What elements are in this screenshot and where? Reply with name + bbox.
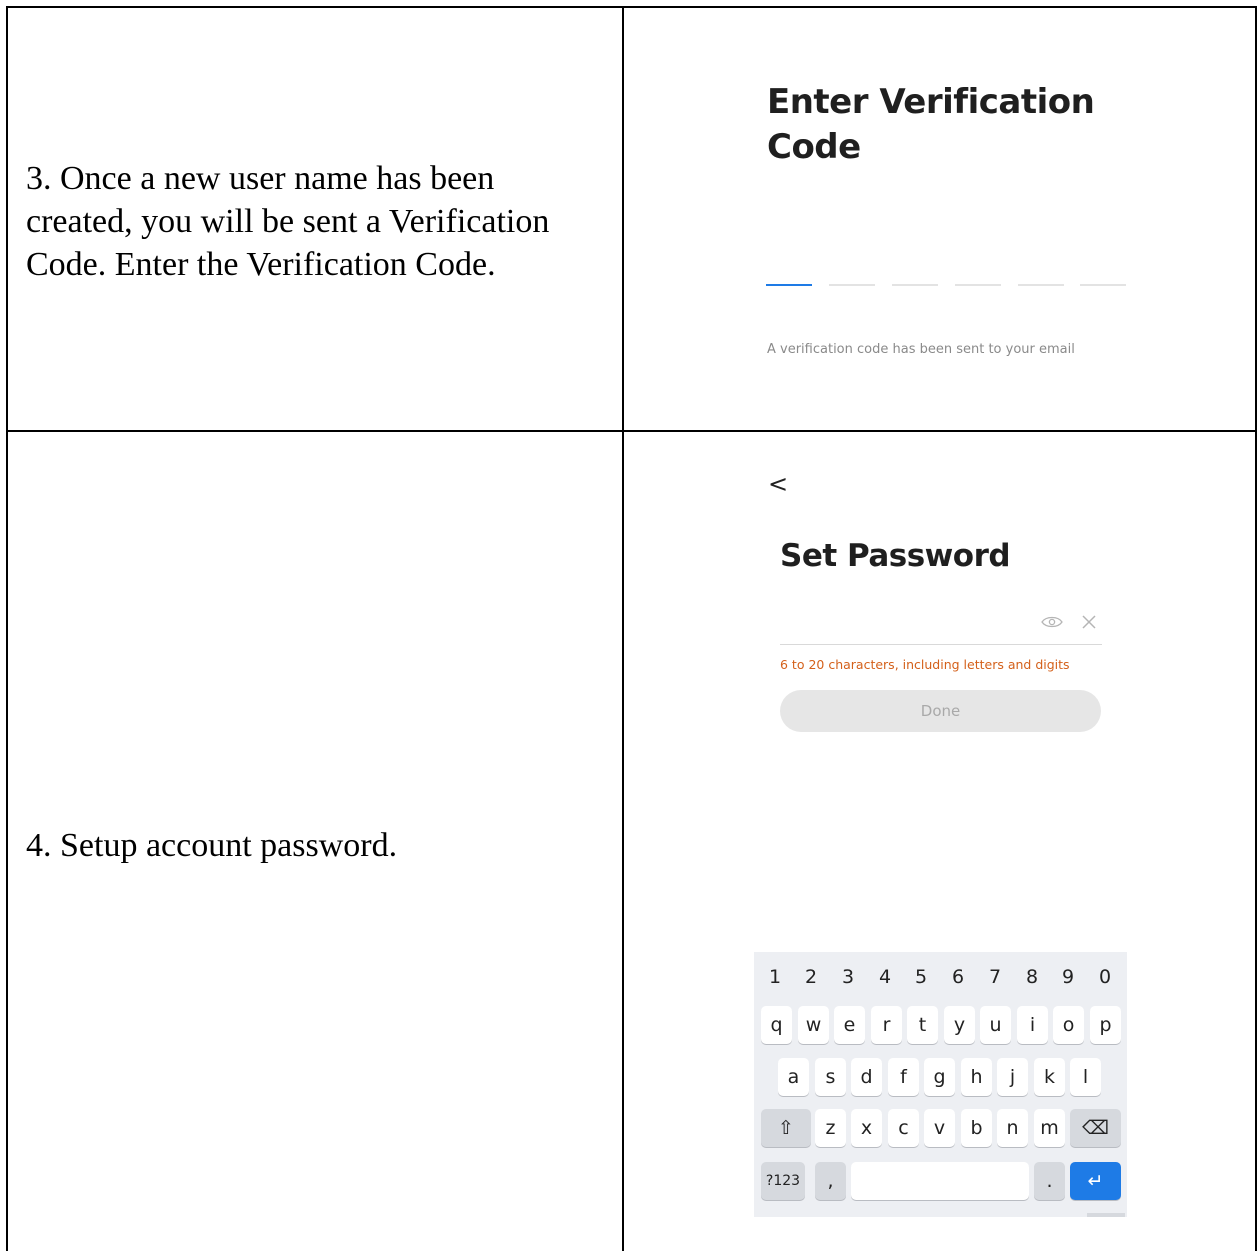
- key-e[interactable]: e: [834, 1006, 865, 1044]
- backspace-key[interactable]: ⌫: [1070, 1109, 1121, 1147]
- enter-key[interactable]: ↵: [1070, 1162, 1121, 1200]
- key-c[interactable]: c: [888, 1109, 919, 1147]
- chevron-left-icon[interactable]: <: [768, 470, 788, 498]
- step-3-line-1: 3. Once a new user name has been: [26, 160, 495, 197]
- key-l[interactable]: l: [1070, 1058, 1101, 1096]
- key-2[interactable]: 2: [796, 966, 826, 988]
- done-button[interactable]: Done: [780, 690, 1101, 732]
- key-r[interactable]: r: [871, 1006, 902, 1044]
- code-slot-4[interactable]: [955, 284, 1001, 286]
- key-k[interactable]: k: [1034, 1058, 1065, 1096]
- table-border-middle: [622, 6, 624, 1251]
- key-h[interactable]: h: [961, 1058, 992, 1096]
- key-f[interactable]: f: [888, 1058, 919, 1096]
- key-i[interactable]: i: [1017, 1006, 1048, 1044]
- key-z[interactable]: z: [815, 1109, 846, 1147]
- key-d[interactable]: d: [851, 1058, 882, 1096]
- key-w[interactable]: w: [798, 1006, 829, 1044]
- key-6[interactable]: 6: [943, 966, 973, 988]
- code-slot-5[interactable]: [1018, 284, 1064, 286]
- code-slot-6[interactable]: [1080, 284, 1126, 286]
- key-o[interactable]: o: [1053, 1006, 1084, 1044]
- key-5[interactable]: 5: [906, 966, 936, 988]
- step-3-line-3: Code. Enter the Verification Code.: [26, 246, 496, 283]
- shift-key[interactable]: ⇧: [761, 1109, 811, 1147]
- code-slot-1[interactable]: [766, 284, 812, 286]
- key-q[interactable]: q: [761, 1006, 792, 1044]
- key-4[interactable]: 4: [870, 966, 900, 988]
- space-key[interactable]: [851, 1162, 1029, 1200]
- table-border-left: [6, 6, 8, 1251]
- period-key[interactable]: .: [1034, 1162, 1065, 1200]
- key-t[interactable]: t: [907, 1006, 938, 1044]
- key-3[interactable]: 3: [833, 966, 863, 988]
- verification-title: Enter Verification Code: [767, 80, 1187, 170]
- keyboard: 1 2 3 4 5 6 7 8 9 0 q w e r t y u i o p …: [754, 952, 1127, 1217]
- key-v[interactable]: v: [924, 1109, 955, 1147]
- comma-key[interactable]: ,: [815, 1162, 846, 1200]
- password-hint: 6 to 20 characters, including letters an…: [780, 657, 1070, 672]
- key-9[interactable]: 9: [1053, 966, 1083, 988]
- key-n[interactable]: n: [997, 1109, 1028, 1147]
- key-0[interactable]: 0: [1090, 966, 1120, 988]
- step-4-text: 4. Setup account password.: [26, 824, 397, 867]
- key-j[interactable]: j: [997, 1058, 1028, 1096]
- verification-note: A verification code has been sent to you…: [767, 342, 1075, 357]
- step-3-text: 3. Once a new user name has been created…: [26, 157, 549, 286]
- close-icon[interactable]: [1080, 613, 1098, 631]
- key-8[interactable]: 8: [1017, 966, 1047, 988]
- keyboard-number-row: 1 2 3 4 5 6 7 8 9 0: [754, 966, 1127, 992]
- table-border-top: [6, 6, 1257, 8]
- step-4-line-1: 4. Setup account password.: [26, 827, 398, 864]
- symbols-key[interactable]: ?123: [761, 1162, 805, 1200]
- code-slot-3[interactable]: [892, 284, 938, 286]
- verification-title-line-1: Enter Verification: [767, 82, 1095, 122]
- verification-title-line-2: Code: [767, 127, 861, 167]
- key-7[interactable]: 7: [980, 966, 1010, 988]
- key-m[interactable]: m: [1034, 1109, 1065, 1147]
- step-3-line-2: created, you will be sent a Verification: [26, 203, 550, 240]
- eye-icon[interactable]: [1041, 615, 1063, 629]
- key-a[interactable]: a: [778, 1058, 809, 1096]
- key-g[interactable]: g: [924, 1058, 955, 1096]
- set-password-title: Set Password: [780, 538, 1011, 574]
- keyboard-bottom-strip: [1087, 1213, 1125, 1217]
- key-s[interactable]: s: [815, 1058, 846, 1096]
- key-1[interactable]: 1: [760, 966, 790, 988]
- key-y[interactable]: y: [944, 1006, 975, 1044]
- key-b[interactable]: b: [961, 1109, 992, 1147]
- key-u[interactable]: u: [980, 1006, 1011, 1044]
- code-slot-2[interactable]: [829, 284, 875, 286]
- table-border-right: [1255, 6, 1257, 1251]
- key-p[interactable]: p: [1090, 1006, 1121, 1044]
- table-border-row-divider: [6, 430, 1257, 432]
- key-x[interactable]: x: [851, 1109, 882, 1147]
